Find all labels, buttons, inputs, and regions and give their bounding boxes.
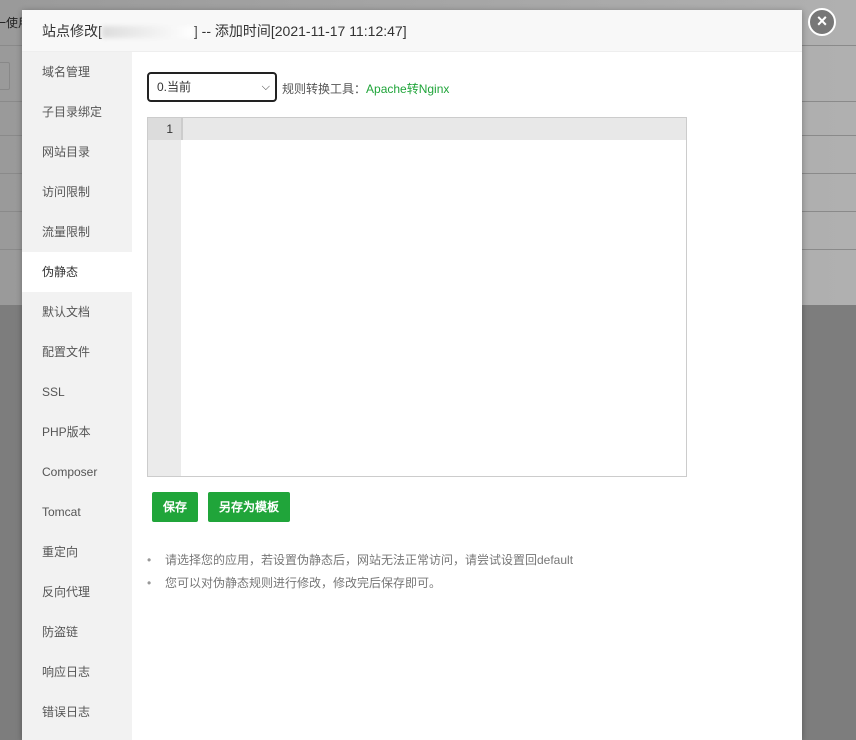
code-editor[interactable]: 1: [147, 117, 687, 477]
sidebar-item[interactable]: SSL: [22, 372, 132, 412]
chevron-down-icon: ⌵: [261, 81, 270, 93]
sidebar-item[interactable]: 默认文档: [22, 292, 132, 332]
tip-item: 请选择您的应用，若设置伪静态后，网站无法正常访问，请尝试设置回default: [147, 549, 573, 572]
close-icon[interactable]: ×: [808, 8, 836, 36]
main-panel: 0.当前 ⌵ 规则转换工具：Apache转Nginx 1 保存 另存为模板 请选…: [132, 52, 802, 740]
dialog-title-suffix: ] -- 添加时间[2021-11-17 11:12:47]: [193, 23, 407, 39]
sidebar-item[interactable]: 子目录绑定: [22, 92, 132, 132]
tool-label: 规则转换工具：: [282, 82, 367, 96]
save-as-template-button[interactable]: 另存为模板: [208, 492, 291, 522]
line-number: 1: [148, 118, 181, 140]
sidebar: 域名管理 子目录绑定 网站目录 访问限制 流量限制 伪静态 默认文档 配置文件 SSL PHP版本…: [22, 52, 132, 740]
tip-item: 您可以对伪静态规则进行修改，修改完后保存即可。: [147, 572, 573, 595]
active-line: [181, 118, 686, 140]
dialog-header: 站点修改[ ] -- 添加时间[2021-11-17 11:12:47]: [22, 10, 802, 52]
sidebar-item[interactable]: 伪静态: [22, 252, 132, 292]
tips-list: 请选择您的应用，若设置伪静态后，网站无法正常访问，请尝试设置回default 您…: [147, 549, 573, 595]
select-value: 0.当前: [157, 80, 192, 94]
site-edit-dialog: 站点修改[ ] -- 添加时间[2021-11-17 11:12:47] × 域名…: [22, 8, 836, 740]
redacted-domain: [101, 26, 194, 39]
sidebar-item[interactable]: 访问限制: [22, 172, 132, 212]
sidebar-item[interactable]: Composer: [22, 452, 132, 492]
sidebar-item[interactable]: 域名管理: [22, 52, 132, 92]
sidebar-item[interactable]: 响应日志: [22, 652, 132, 692]
apache-to-nginx-link[interactable]: Apache转Nginx: [366, 82, 449, 96]
dialog-title-prefix: 站点修改[: [42, 23, 102, 39]
convert-tool: 规则转换工具：Apache转Nginx: [282, 80, 449, 97]
sidebar-item[interactable]: 防盗链: [22, 612, 132, 652]
sidebar-item[interactable]: 重定向: [22, 532, 132, 572]
sidebar-item[interactable]: 流量限制: [22, 212, 132, 252]
sidebar-item[interactable]: 错误日志: [22, 692, 132, 732]
sidebar-item[interactable]: 网站目录: [22, 132, 132, 172]
editor-gutter: 1: [148, 118, 181, 476]
background-box: [0, 62, 10, 90]
rewrite-template-select[interactable]: 0.当前 ⌵: [147, 72, 277, 102]
sidebar-item[interactable]: 配置文件: [22, 332, 132, 372]
save-button[interactable]: 保存: [152, 492, 199, 522]
sidebar-item[interactable]: Tomcat: [22, 492, 132, 532]
sidebar-item[interactable]: PHP版本: [22, 412, 132, 452]
sidebar-item[interactable]: 反向代理: [22, 572, 132, 612]
